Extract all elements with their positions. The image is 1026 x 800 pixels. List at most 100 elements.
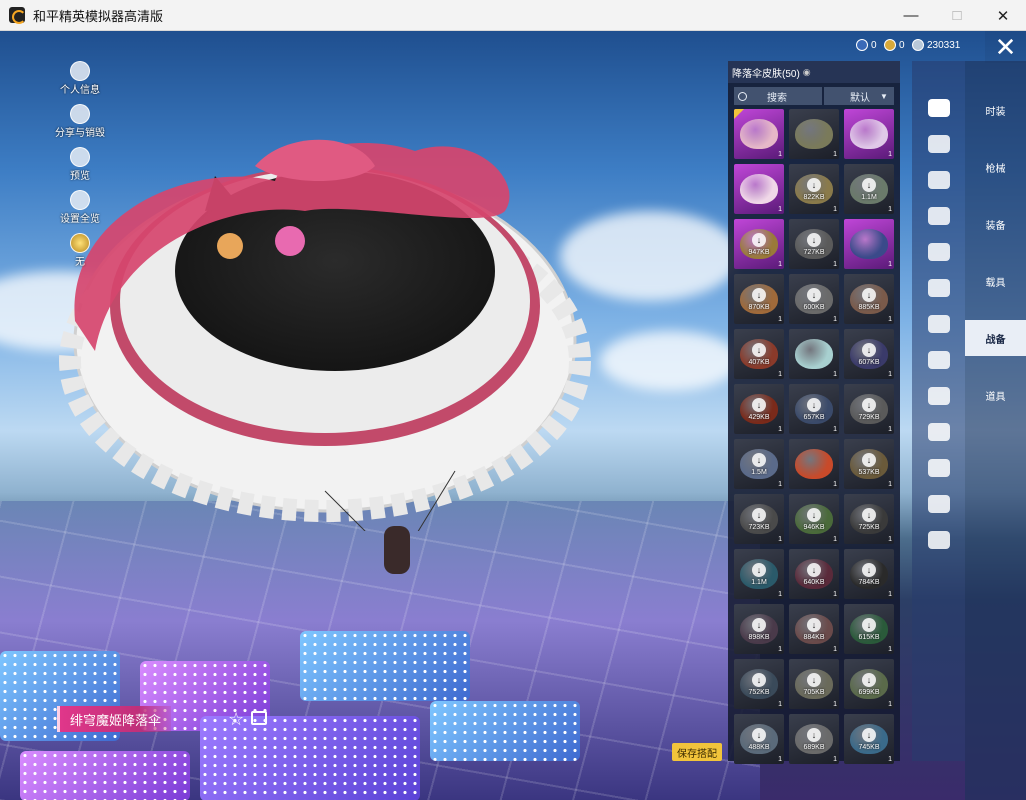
download-icon[interactable]: ↓ xyxy=(752,563,766,577)
skin-card[interactable]: ↓ 947KB 1 xyxy=(734,219,784,269)
tool-preview[interactable]: 预览 xyxy=(55,147,105,182)
skin-card[interactable]: 1 xyxy=(844,219,894,269)
download-icon[interactable]: ↓ xyxy=(752,673,766,687)
skin-card[interactable]: ↓ 723KB 1 xyxy=(734,494,784,544)
download-icon[interactable]: ↓ xyxy=(862,673,876,687)
download-icon[interactable]: ↓ xyxy=(752,508,766,522)
skin-card[interactable]: ↓ 870KB 1 xyxy=(734,274,784,324)
download-icon[interactable]: ↓ xyxy=(862,563,876,577)
category-tab[interactable]: 道具 xyxy=(965,377,1026,413)
download-icon[interactable]: ↓ xyxy=(807,673,821,687)
download-icon[interactable]: ↓ xyxy=(807,398,821,412)
skin-card[interactable]: ↓ 1.1M 1 xyxy=(734,549,784,599)
boat-icon[interactable] xyxy=(928,135,950,153)
maximize-button[interactable]: □ xyxy=(934,0,980,31)
plane-icon[interactable] xyxy=(928,171,950,189)
skin-card[interactable]: ↓ 725KB 1 xyxy=(844,494,894,544)
download-icon[interactable]: ↓ xyxy=(862,508,876,522)
emote-icon[interactable] xyxy=(928,243,950,261)
download-icon[interactable]: ↓ xyxy=(752,233,766,247)
voice-icon[interactable] xyxy=(928,315,950,333)
skin-card[interactable]: ↓ 699KB 1 xyxy=(844,659,894,709)
search-input[interactable]: 搜索 xyxy=(734,87,822,105)
magic-icon[interactable] xyxy=(928,495,950,513)
skin-card[interactable]: ↓ 729KB 1 xyxy=(844,384,894,434)
skin-card[interactable]: ↓ 784KB 1 xyxy=(844,549,894,599)
download-icon[interactable]: ↓ xyxy=(862,343,876,357)
download-icon[interactable]: ↓ xyxy=(807,178,821,192)
download-icon[interactable]: ↓ xyxy=(752,288,766,302)
share-skin-icon[interactable] xyxy=(251,711,267,725)
minimize-button[interactable]: — xyxy=(888,0,934,31)
category-tab[interactable]: 装备 xyxy=(965,206,1026,242)
gesture-icon[interactable] xyxy=(928,459,950,477)
tool-share[interactable]: 分享与销毁 xyxy=(55,104,105,139)
download-icon[interactable]: ↓ xyxy=(807,728,821,742)
close-window-button[interactable]: ✕ xyxy=(980,0,1026,31)
tshirt-icon[interactable] xyxy=(928,99,950,117)
download-icon[interactable]: ↓ xyxy=(807,618,821,632)
skin-card[interactable]: 1 xyxy=(789,329,839,379)
download-icon[interactable]: ↓ xyxy=(752,343,766,357)
skin-card[interactable]: ↓ 407KB 1 xyxy=(734,329,784,379)
skin-card[interactable]: 1 xyxy=(789,439,839,489)
category-tab[interactable]: 枪械 xyxy=(965,149,1026,185)
skin-card[interactable]: ↓ 1.5M 1 xyxy=(734,439,784,489)
download-icon[interactable]: ↓ xyxy=(862,453,876,467)
skin-card[interactable]: 1 xyxy=(844,109,894,159)
skin-card[interactable]: 1 xyxy=(734,109,784,159)
download-icon[interactable]: ↓ xyxy=(862,728,876,742)
skin-card[interactable]: ↓ 615KB 1 xyxy=(844,604,894,654)
close-panel-button[interactable]: ✕ xyxy=(985,31,1026,63)
file-size: 1.1M xyxy=(751,579,767,586)
sticker-icon[interactable] xyxy=(928,351,950,369)
skin-card[interactable]: ↓ 898KB 1 xyxy=(734,604,784,654)
save-outfit-button[interactable]: 保存搭配 xyxy=(672,743,722,761)
visibility-icon[interactable]: ◉ xyxy=(803,67,811,78)
download-icon[interactable]: ↓ xyxy=(752,398,766,412)
download-icon[interactable]: ↓ xyxy=(807,563,821,577)
skin-card[interactable]: ↓ 1.1M 1 xyxy=(844,164,894,214)
skin-card[interactable]: ↓ 885KB 1 xyxy=(844,274,894,324)
skin-card[interactable]: ↓ 429KB 1 xyxy=(734,384,784,434)
download-icon[interactable]: ↓ xyxy=(862,398,876,412)
skin-card[interactable]: ↓ 640KB 1 xyxy=(789,549,839,599)
tool-medal[interactable]: 无 xyxy=(55,233,105,268)
download-icon[interactable]: ↓ xyxy=(752,618,766,632)
skin-card[interactable]: ↓ 600KB 1 xyxy=(789,274,839,324)
skin-card[interactable]: ↓ 705KB 1 xyxy=(789,659,839,709)
skin-card[interactable]: 1 xyxy=(734,164,784,214)
category-tab[interactable]: 战备 xyxy=(965,320,1026,356)
jet-icon[interactable] xyxy=(928,207,950,225)
favorite-icon[interactable]: ☆ xyxy=(228,709,244,730)
skin-card[interactable]: ↓ 752KB 1 xyxy=(734,659,784,709)
spray-icon[interactable] xyxy=(928,423,950,441)
skin-card[interactable]: ↓ 537KB 1 xyxy=(844,439,894,489)
image-icon[interactable] xyxy=(928,387,950,405)
tool-avatar[interactable]: 个人信息 xyxy=(55,61,105,96)
download-icon[interactable]: ↓ xyxy=(752,728,766,742)
skin-card[interactable]: ↓ 884KB 1 xyxy=(789,604,839,654)
download-icon[interactable]: ↓ xyxy=(862,618,876,632)
category-tab[interactable]: 时装 xyxy=(965,92,1026,128)
parachute-icon[interactable] xyxy=(928,531,950,549)
download-icon[interactable]: ↓ xyxy=(807,288,821,302)
sort-dropdown[interactable]: 默认 ▼ xyxy=(824,87,894,105)
skin-card[interactable]: ↓ 689KB 1 xyxy=(789,714,839,764)
download-icon[interactable]: ↓ xyxy=(807,233,821,247)
download-icon[interactable]: ↓ xyxy=(862,178,876,192)
robot-icon[interactable] xyxy=(928,279,950,297)
download-icon[interactable]: ↓ xyxy=(807,508,821,522)
category-tab[interactable]: 载具 xyxy=(965,263,1026,299)
skin-card[interactable]: ↓ 657KB 1 xyxy=(789,384,839,434)
tool-settings[interactable]: 设置全览 xyxy=(55,190,105,225)
skin-card[interactable]: ↓ 607KB 1 xyxy=(844,329,894,379)
skin-card[interactable]: ↓ 488KB 1 xyxy=(734,714,784,764)
skin-card[interactable]: 1 xyxy=(789,109,839,159)
skin-card[interactable]: ↓ 745KB 1 xyxy=(844,714,894,764)
download-icon[interactable]: ↓ xyxy=(752,453,766,467)
skin-card[interactable]: ↓ 727KB 1 xyxy=(789,219,839,269)
skin-card[interactable]: ↓ 822KB 1 xyxy=(789,164,839,214)
skin-card[interactable]: ↓ 946KB 1 xyxy=(789,494,839,544)
download-icon[interactable]: ↓ xyxy=(862,288,876,302)
